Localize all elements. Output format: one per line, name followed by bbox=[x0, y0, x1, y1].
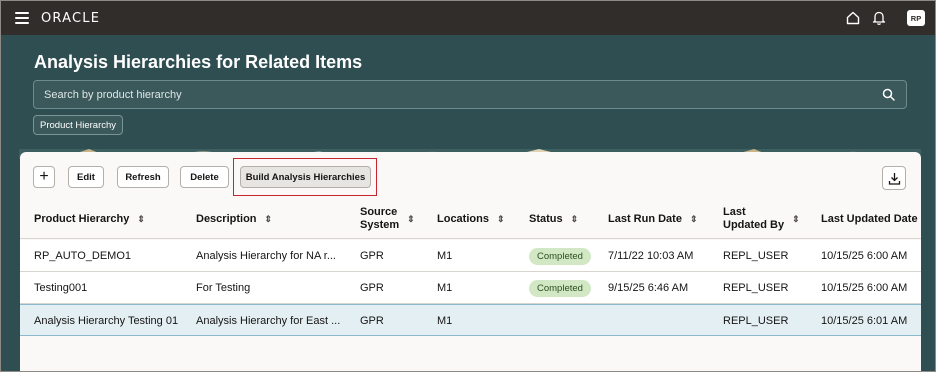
status-badge: Completed bbox=[529, 247, 591, 265]
cell-source-system: GPR bbox=[360, 315, 384, 327]
sort-icon[interactable]: ⇕ bbox=[265, 213, 273, 226]
cell-last-updated-by: REPL_USER bbox=[723, 315, 789, 327]
download-button[interactable] bbox=[882, 166, 906, 190]
cell-last-updated-date: 10/15/25 6:00 AM bbox=[821, 250, 908, 262]
table-toolbar: + Edit Refresh Delete Build Analysis Hie… bbox=[20, 152, 921, 196]
delete-button[interactable]: Delete bbox=[180, 166, 229, 188]
column-header-source-system[interactable]: Source System ⇕ bbox=[360, 199, 415, 239]
download-icon bbox=[888, 172, 900, 185]
notification-bell-icon[interactable] bbox=[872, 10, 886, 26]
results-panel: + Edit Refresh Delete Build Analysis Hie… bbox=[20, 152, 921, 371]
column-header-last-updated-by[interactable]: Last Updated By ⇕ bbox=[723, 199, 800, 239]
table-row[interactable]: Testing001 For Testing GPR M1 Completed … bbox=[20, 272, 921, 304]
cell-product-hierarchy: RP_AUTO_DEMO1 bbox=[34, 250, 131, 262]
cell-description: Analysis Hierarchy for NA r... bbox=[196, 250, 336, 262]
cell-source-system: GPR bbox=[360, 250, 384, 262]
cell-locations: M1 bbox=[437, 250, 453, 262]
user-avatar[interactable]: RP bbox=[907, 10, 925, 26]
sort-icon[interactable]: ⇕ bbox=[792, 213, 800, 226]
cell-last-updated-date: 10/15/25 6:00 AM bbox=[821, 282, 908, 294]
column-header-locations[interactable]: Locations ⇕ bbox=[437, 199, 505, 239]
cell-status: Completed bbox=[529, 272, 591, 304]
cell-last-updated-by: REPL_USER bbox=[723, 250, 789, 262]
cell-description: For Testing bbox=[196, 282, 251, 294]
column-header-product-hierarchy[interactable]: Product Hierarchy ⇕ bbox=[34, 199, 145, 239]
build-analysis-hierarchies-button[interactable]: Build Analysis Hierarchies bbox=[240, 166, 371, 188]
cell-locations: M1 bbox=[437, 315, 453, 327]
cell-last-updated-date: 10/15/25 6:01 AM bbox=[821, 315, 908, 327]
page-title: Analysis Hierarchies for Related Items bbox=[34, 52, 363, 72]
home-icon[interactable] bbox=[846, 11, 860, 25]
status-badge: Completed bbox=[529, 279, 591, 297]
cell-description: Analysis Hierarchy for East ... bbox=[196, 315, 341, 327]
search-placeholder: Search by product hierarchy bbox=[44, 89, 182, 101]
table-header: Product Hierarchy ⇕ Description ⇕ Source Sy… bbox=[20, 199, 921, 239]
cell-status: Completed bbox=[529, 240, 591, 272]
search-icon[interactable] bbox=[882, 88, 895, 101]
sort-icon[interactable]: ⇕ bbox=[137, 213, 145, 226]
table-row[interactable]: RP_AUTO_DEMO1 Analysis Hierarchy for NA … bbox=[20, 240, 921, 272]
sort-icon[interactable]: ⇕ bbox=[690, 213, 698, 226]
page-header-region: Analysis Hierarchies for Related Items S… bbox=[1, 35, 935, 371]
column-header-description[interactable]: Description ⇕ bbox=[196, 199, 272, 239]
search-input[interactable]: Search by product hierarchy bbox=[33, 80, 907, 109]
app-window: ORACLE RP Analysis Hierarchies for Relat… bbox=[0, 0, 936, 372]
cell-last-run-date: 7/11/22 10:03 AM bbox=[608, 250, 694, 262]
cell-source-system: GPR bbox=[360, 282, 384, 294]
table-row-selected[interactable]: Analysis Hierarchy Testing 01 Analysis H… bbox=[20, 304, 921, 336]
oracle-logo: ORACLE bbox=[41, 11, 101, 26]
hamburger-menu-icon[interactable] bbox=[15, 12, 29, 24]
edit-button[interactable]: Edit bbox=[68, 166, 104, 188]
sort-icon[interactable]: ⇕ bbox=[571, 213, 579, 226]
column-header-last-run-date[interactable]: Last Run Date ⇕ bbox=[608, 199, 698, 239]
sort-icon[interactable]: ⇕ bbox=[407, 213, 415, 226]
cell-product-hierarchy: Analysis Hierarchy Testing 01 bbox=[34, 315, 179, 327]
sort-icon[interactable]: ⇕ bbox=[497, 213, 505, 226]
column-header-status[interactable]: Status ⇕ bbox=[529, 199, 578, 239]
top-navigation-bar: ORACLE RP bbox=[1, 1, 935, 35]
column-header-last-updated-date[interactable]: Last Updated Date bbox=[821, 199, 918, 239]
cell-locations: M1 bbox=[437, 282, 453, 294]
add-button[interactable]: + bbox=[33, 166, 55, 188]
cell-last-run-date: 9/15/25 6:46 AM bbox=[608, 282, 689, 294]
filter-chip-product-hierarchy[interactable]: Product Hierarchy bbox=[33, 115, 124, 135]
refresh-button[interactable]: Refresh bbox=[117, 166, 169, 188]
cell-product-hierarchy: Testing001 bbox=[34, 282, 88, 294]
cell-last-updated-by: REPL_USER bbox=[723, 282, 789, 294]
